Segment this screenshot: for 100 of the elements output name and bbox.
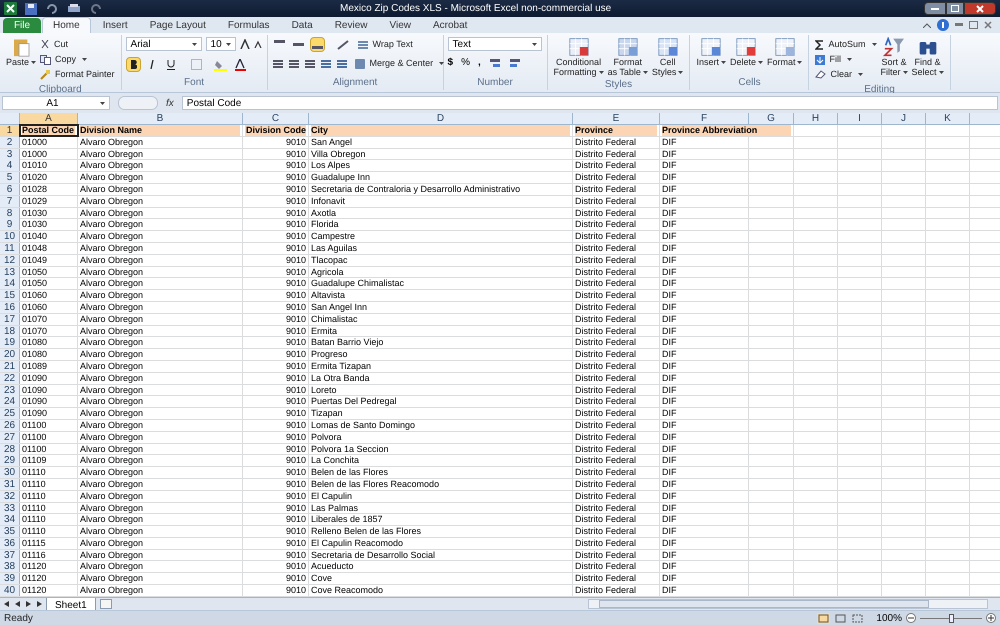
page-layout-icon[interactable] [834, 612, 848, 624]
zoom-thumb[interactable] [949, 614, 954, 622]
fill-button[interactable]: Fill [813, 52, 854, 67]
row-header[interactable]: 11 [0, 242, 20, 254]
decrease-decimal-icon[interactable] [508, 58, 521, 68]
row-header[interactable]: 36 [0, 538, 20, 549]
row-header[interactable]: 38 [0, 561, 20, 572]
row-header[interactable]: 17 [0, 314, 20, 325]
bold-button[interactable] [126, 57, 141, 72]
row-header[interactable]: 19 [0, 337, 20, 348]
row-header[interactable]: 29 [0, 455, 20, 466]
row-header[interactable]: 34 [0, 514, 20, 526]
shrink-font-icon[interactable] [254, 40, 262, 48]
zoom-in-icon[interactable] [986, 613, 996, 623]
sheet-tab[interactable]: Sheet1 [46, 598, 96, 610]
ribbon-tab[interactable]: Insert [92, 17, 138, 33]
row-header[interactable]: 28 [0, 444, 20, 455]
ribbon-tab[interactable]: Formulas [218, 17, 280, 33]
font-color-icon[interactable] [234, 58, 246, 70]
cells-button[interactable]: Insert [694, 37, 728, 67]
redo-icon[interactable] [89, 2, 103, 14]
column-header[interactable]: H [794, 113, 838, 124]
styles-button[interactable]: Format as Table [606, 37, 650, 77]
page-break-icon[interactable] [851, 612, 864, 624]
close-icon[interactable] [984, 21, 992, 29]
font-family-field[interactable]: Arial [126, 37, 202, 51]
ribbon-tab[interactable]: Page Layout [140, 17, 216, 33]
ribbon-tab[interactable]: Acrobat [422, 17, 478, 33]
wrap-text-button[interactable]: Wrap Text [354, 37, 415, 52]
row-header[interactable]: 10 [0, 231, 20, 242]
vertical-align-button[interactable] [310, 37, 325, 52]
row-header[interactable]: 18 [0, 326, 20, 337]
help-icon[interactable] [937, 19, 949, 31]
normal-view-icon[interactable] [817, 612, 830, 624]
column-header[interactable]: D [309, 113, 573, 124]
font-size-field[interactable]: 10 [206, 37, 236, 51]
row-header[interactable]: 16 [0, 302, 20, 313]
column-header[interactable]: E [573, 113, 660, 124]
row-header[interactable]: 35 [0, 526, 20, 538]
column-header[interactable]: J [882, 113, 926, 124]
clear-button[interactable]: Clear [813, 67, 865, 82]
orientation-icon[interactable] [336, 40, 351, 50]
row-header[interactable]: 22 [0, 372, 20, 384]
row-header[interactable]: 21 [0, 360, 20, 372]
row-header[interactable]: 32 [0, 490, 20, 502]
row-header[interactable]: 2 [0, 136, 20, 148]
column-header[interactable]: K [926, 113, 970, 124]
styles-button[interactable]: Cell Styles [650, 37, 686, 77]
row-header[interactable]: 20 [0, 349, 20, 360]
row-header[interactable]: 5 [0, 172, 20, 184]
copy-button[interactable]: Copy [38, 52, 90, 67]
formula-field[interactable]: Postal Code [182, 96, 998, 110]
restore-button[interactable] [946, 2, 964, 15]
row-header[interactable]: 33 [0, 502, 20, 514]
percent-button[interactable]: % [461, 55, 470, 70]
row-header[interactable]: 12 [0, 254, 20, 266]
fill-color-icon[interactable] [214, 58, 227, 70]
column-header[interactable]: F [660, 113, 749, 124]
borders-icon[interactable] [190, 59, 202, 70]
autosum-button[interactable]: AutoSum [813, 37, 879, 52]
comma-button[interactable]: , [478, 55, 481, 70]
row-header[interactable]: 26 [0, 420, 20, 431]
insert-function-button[interactable]: fx [162, 96, 178, 110]
row-header[interactable]: 3 [0, 148, 20, 160]
row-header[interactable]: 9 [0, 219, 20, 230]
minimize-icon[interactable] [955, 23, 963, 27]
row-header[interactable]: 31 [0, 478, 20, 490]
row-header[interactable]: 30 [0, 467, 20, 478]
column-header[interactable]: C [243, 113, 309, 124]
column-header[interactable]: A [20, 113, 78, 124]
row-header[interactable]: 7 [0, 196, 20, 207]
column-header[interactable]: B [78, 113, 243, 124]
ribbon-tab[interactable]: Home [42, 17, 91, 33]
row-header[interactable]: 4 [0, 160, 20, 172]
column-header[interactable]: I [838, 113, 882, 124]
styles-button[interactable]: Conditional Formatting [552, 37, 606, 77]
cells-button[interactable]: Delete [728, 37, 765, 67]
new-sheet-icon[interactable] [100, 599, 112, 609]
row-header[interactable]: 24 [0, 396, 20, 408]
number-format-field[interactable]: Text [448, 37, 542, 51]
close-button[interactable] [964, 2, 996, 15]
find-select-button[interactable]: Find & Select [910, 37, 946, 82]
ribbon-tab[interactable]: Review [324, 17, 378, 33]
print-icon[interactable] [67, 2, 81, 14]
row-header[interactable]: 14 [0, 278, 20, 290]
save-icon[interactable] [25, 2, 37, 14]
ribbon-tab[interactable]: View [379, 17, 421, 33]
currency-button[interactable]: $ [448, 55, 454, 70]
undo-icon[interactable] [45, 2, 59, 14]
row-header[interactable]: 39 [0, 573, 20, 584]
zoom-out-icon[interactable] [906, 613, 916, 623]
horizontal-scrollbar[interactable] [588, 599, 988, 609]
name-box[interactable]: A1 [2, 96, 110, 110]
collapse-ribbon-icon[interactable] [923, 22, 931, 28]
row-header[interactable]: 8 [0, 208, 20, 219]
restore-icon[interactable] [969, 21, 978, 29]
cells-button[interactable]: Format [764, 37, 804, 67]
paste-button[interactable]: Paste [4, 37, 38, 67]
row-header[interactable]: 13 [0, 266, 20, 278]
sort-filter-button[interactable]: Sort & Filter [878, 37, 910, 82]
